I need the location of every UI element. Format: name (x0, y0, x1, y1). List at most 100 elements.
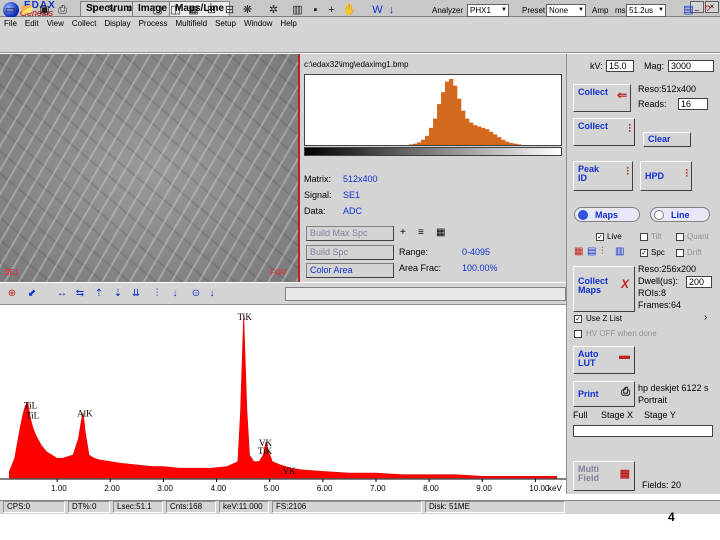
table-icon[interactable]: ▦ (436, 227, 445, 238)
sem-image[interactable] (0, 54, 298, 282)
stage-x-label: Stage X (601, 410, 634, 420)
color-area-button[interactable]: Color Area (306, 263, 394, 278)
roi-spectrum-icon[interactable]: ⫶ (601, 246, 604, 257)
menu-process[interactable]: Process (139, 17, 168, 31)
menu-view[interactable]: View (47, 17, 64, 31)
menu-edit[interactable]: Edit (25, 17, 39, 31)
build-max-spc-button[interactable]: Build Max Spc (306, 226, 394, 241)
maps-toggle[interactable]: Maps (574, 207, 640, 222)
help-icon[interactable]: ? (700, 3, 715, 18)
rois-label: ROIs:8 (638, 288, 667, 298)
hpd-button[interactable]: HPD ⫶ (640, 161, 692, 191)
palette-icon[interactable]: ✲ (266, 3, 281, 18)
save-icon[interactable]: ▣ (37, 3, 52, 18)
setup-icon[interactable]: ▤ (681, 3, 696, 18)
collect-maps-button[interactable]: Collect Maps X (573, 266, 635, 312)
quant-checkbox[interactable] (676, 233, 684, 241)
roi-list-icon[interactable]: ▤ (587, 246, 596, 257)
roi-setup-icon[interactable]: ▥ (615, 246, 624, 257)
spectrum-panel[interactable]: 1.00 2.00 3.00 4.00 5.00 6.00 7.00 8.00 9.00 10.0… (0, 306, 566, 493)
print-icon[interactable]: ⎙ (55, 3, 70, 18)
histogram-bar (505, 141, 510, 145)
line-toggle[interactable]: Line (650, 207, 710, 222)
hv-off-checkbox[interactable] (574, 330, 582, 338)
color-map-icon[interactable]: ❋ (240, 3, 255, 18)
amp-select[interactable]: 51.2us (626, 4, 666, 17)
crosshair-icon[interactable]: + (324, 3, 339, 18)
text-icon[interactable]: T (86, 3, 101, 18)
down-arrow-icon[interactable]: ↓ (384, 3, 399, 18)
hpd-spectrum-icon[interactable]: ⫶ (151, 288, 163, 300)
collect-image-button[interactable]: Collect ⇐ (573, 84, 631, 112)
preset-select[interactable]: None (546, 4, 586, 17)
stage-field[interactable] (573, 425, 713, 437)
bars-icon[interactable]: ▥ (290, 3, 305, 18)
new-icon[interactable]: ▭ (3, 3, 18, 18)
expand-h-icon[interactable]: ↔ (56, 288, 68, 300)
live-label: Live (607, 232, 622, 241)
range-value: 0-4095 (462, 247, 491, 257)
kv-input[interactable]: 15.0 (606, 60, 634, 72)
annotate-icon[interactable]: ✎ (104, 3, 119, 18)
zoom-in-icon[interactable]: ⊙ (190, 288, 202, 300)
element-w-icon[interactable]: W (370, 3, 385, 18)
full-scale-icon[interactable]: ⇊ (130, 288, 142, 300)
histogram-plot (409, 79, 522, 145)
print-button[interactable]: Print ⎙ (573, 381, 635, 407)
hand-icon[interactable]: ✋ (342, 3, 357, 18)
menu-multifield[interactable]: Multifield (175, 17, 207, 31)
status-cnts: Cnts:168 (166, 501, 216, 513)
layout-4-icon[interactable]: ⊞ (204, 3, 219, 18)
spectrum-plot: 1.00 2.00 3.00 4.00 5.00 6.00 7.00 8.00 9.00 10.0… (0, 312, 566, 493)
tilt-checkbox[interactable] (640, 233, 648, 241)
dwell-input[interactable]: 200 (686, 276, 712, 288)
mag-input[interactable]: 3000 (668, 60, 714, 72)
live-checkbox[interactable]: ✓ (596, 233, 604, 241)
image-marker-right: FOV (270, 268, 287, 277)
peak-id-button[interactable]: Peak ID ⫶ (573, 161, 633, 191)
layout-1-icon[interactable]: ▢ (150, 3, 165, 18)
list-icon[interactable]: ≡ (418, 227, 424, 238)
use-z-list-checkbox[interactable]: ✓ (574, 315, 582, 323)
z-list-arrow-icon[interactable]: › (704, 312, 707, 323)
menu-file[interactable]: File (4, 17, 17, 31)
collect-image-icon: ⇐ (616, 88, 627, 102)
menu-help[interactable]: Help (280, 17, 296, 31)
element-marker-icon[interactable]: ↓ (169, 288, 181, 300)
clear-button[interactable]: Clear (643, 132, 691, 147)
expand-v-icon[interactable]: ⇡ (93, 288, 105, 300)
marker-icon[interactable]: ▪ (308, 3, 323, 18)
printer-name: hp deskjet 6122 s (638, 383, 709, 393)
histogram-bar (465, 118, 470, 145)
menu-collect[interactable]: Collect (72, 17, 96, 31)
spc-checkbox[interactable]: ✓ (640, 249, 648, 257)
spectrum-x-tick-label: 5.00 (264, 484, 280, 493)
multi-field-button[interactable]: Multi Field ▦ (573, 461, 635, 491)
zoom-out-icon[interactable]: ↓ (206, 288, 218, 300)
auto-lut-button[interactable]: Auto LUT ▬ (573, 346, 635, 374)
open-icon[interactable]: 📂 (20, 3, 35, 18)
spectrum-display-icon[interactable]: ⊕ (6, 288, 18, 300)
quant-label: Quant (687, 232, 709, 241)
layout-6-icon[interactable]: ⊟ (222, 3, 237, 18)
menu-display[interactable]: Display (104, 17, 130, 31)
analyzer-select[interactable]: PHX1 (467, 4, 509, 17)
signal-label: Signal: (304, 190, 332, 200)
layout-2-icon[interactable]: ◫ (168, 3, 183, 18)
menu-setup[interactable]: Setup (215, 17, 236, 31)
measure-icon[interactable]: ⌖ (122, 3, 137, 18)
histogram-bar (445, 81, 450, 145)
build-spc-button[interactable]: Build Spc (306, 245, 394, 260)
compress-v-icon[interactable]: ⇣ (112, 288, 124, 300)
spectrum-label-field[interactable] (285, 287, 566, 301)
roi-color-icon[interactable]: ▦ (574, 246, 583, 257)
collect-spectrum-button[interactable]: Collect ⫶ (573, 118, 635, 146)
spectrum-mode-icon[interactable]: ⬋ (26, 288, 38, 300)
menu-window[interactable]: Window (244, 17, 272, 31)
reads-input[interactable]: 16 (678, 98, 708, 110)
layout-grid-icon[interactable]: ▦ (186, 3, 201, 18)
drift-checkbox[interactable] (676, 249, 684, 257)
compress-h-icon[interactable]: ⇆ (74, 288, 86, 300)
histogram-bar (477, 126, 482, 145)
add-icon[interactable]: + (400, 227, 406, 238)
